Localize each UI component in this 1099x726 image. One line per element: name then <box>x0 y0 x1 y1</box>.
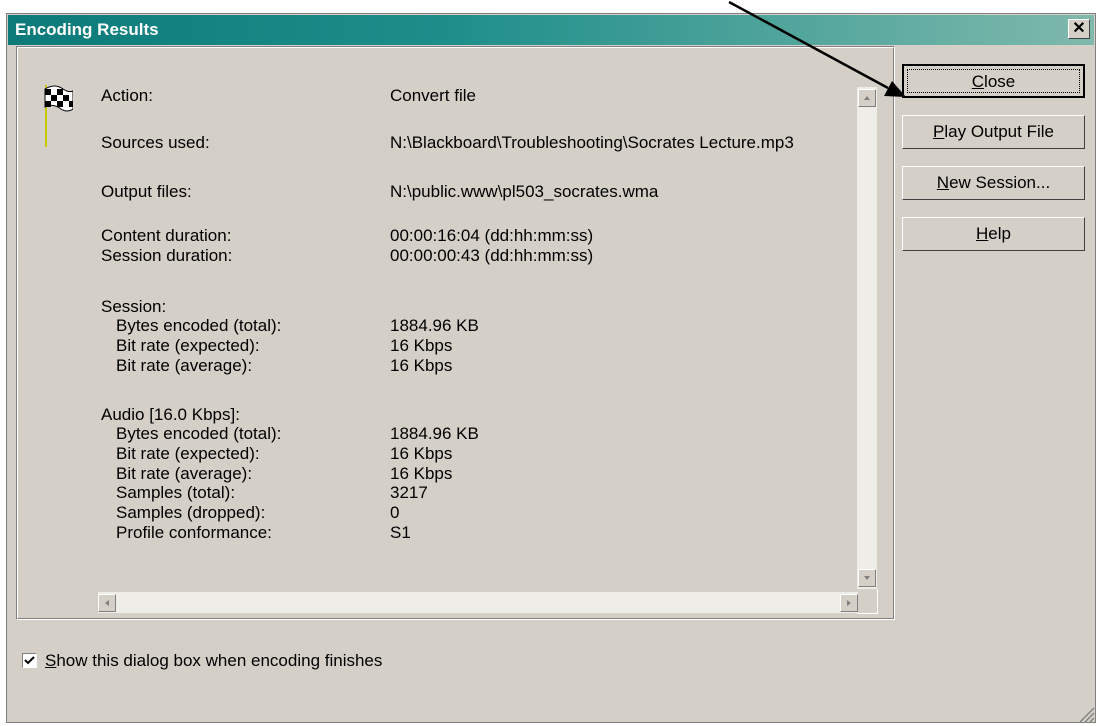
show-dialog-checkbox[interactable] <box>22 653 37 668</box>
detail-label: Bit rate (expected): <box>116 444 260 463</box>
new-session-button[interactable]: New Session... <box>902 166 1085 200</box>
horizontal-scrollbar[interactable] <box>98 592 858 613</box>
detail-label: Output files: <box>101 182 192 201</box>
detail-value: 3217 <box>390 483 428 502</box>
detail-value: N:\public.www\pl503_socrates.wma <box>390 182 659 201</box>
detail-label: Bit rate (average): <box>116 464 253 483</box>
detail-value: 16 Kbps <box>390 444 453 463</box>
detail-value: 16 Kbps <box>390 356 453 375</box>
detail-label: Content duration: <box>101 226 232 245</box>
detail-value: 1884.96 KB <box>390 424 479 443</box>
help-label: elp <box>988 224 1011 243</box>
detail-label: Audio [16.0 Kbps]: <box>101 405 240 424</box>
scroll-right-button[interactable] <box>840 594 858 612</box>
detail-label: Bytes encoded (total): <box>116 316 282 335</box>
scroll-left-button[interactable] <box>98 594 116 612</box>
detail-label: Profile conformance: <box>116 523 272 542</box>
show-dialog-checkbox-label[interactable]: Show this dialog box when encoding finis… <box>45 651 382 671</box>
detail-label: Session duration: <box>101 246 233 265</box>
play-mnemonic: P <box>933 122 945 141</box>
help-mnemonic: H <box>976 224 989 243</box>
vertical-scrollbar[interactable] <box>857 87 877 589</box>
help-button[interactable]: Help <box>902 217 1085 251</box>
detail-value: 0 <box>390 503 400 522</box>
detail-label: Bytes encoded (total): <box>116 424 282 443</box>
detail-label: Samples (dropped): <box>116 503 266 522</box>
detail-label: Bit rate (expected): <box>116 336 260 355</box>
new-session-label: ew Session... <box>949 173 1051 192</box>
scroll-down-button[interactable] <box>858 569 876 587</box>
detail-label: Bit rate (average): <box>116 356 253 375</box>
detail-value: N:\Blackboard\Troubleshooting\Socrates L… <box>390 133 794 152</box>
detail-value: 16 Kbps <box>390 464 453 483</box>
detail-value: 1884.96 KB <box>390 316 479 335</box>
detail-value: 00:00:00:43 (dd:hh:mm:ss) <box>390 246 594 265</box>
checkmark-icon <box>24 656 35 665</box>
detail-label: Sources used: <box>101 133 210 152</box>
detail-value: 00:00:16:04 (dd:hh:mm:ss) <box>390 226 594 245</box>
resize-grip-icon[interactable] <box>1077 705 1095 723</box>
scroll-corner <box>857 589 878 614</box>
detail-value: S1 <box>390 523 411 542</box>
detail-value: 16 Kbps <box>390 336 453 355</box>
annotation-arrow-icon <box>728 0 906 97</box>
new-session-mnemonic: N <box>936 173 950 192</box>
detail-label: Session: <box>101 297 167 316</box>
play-output-file-button[interactable]: Play Output File <box>902 115 1085 149</box>
detail-label: Samples (total): <box>116 483 236 502</box>
play-label: lay Output File <box>944 122 1054 141</box>
